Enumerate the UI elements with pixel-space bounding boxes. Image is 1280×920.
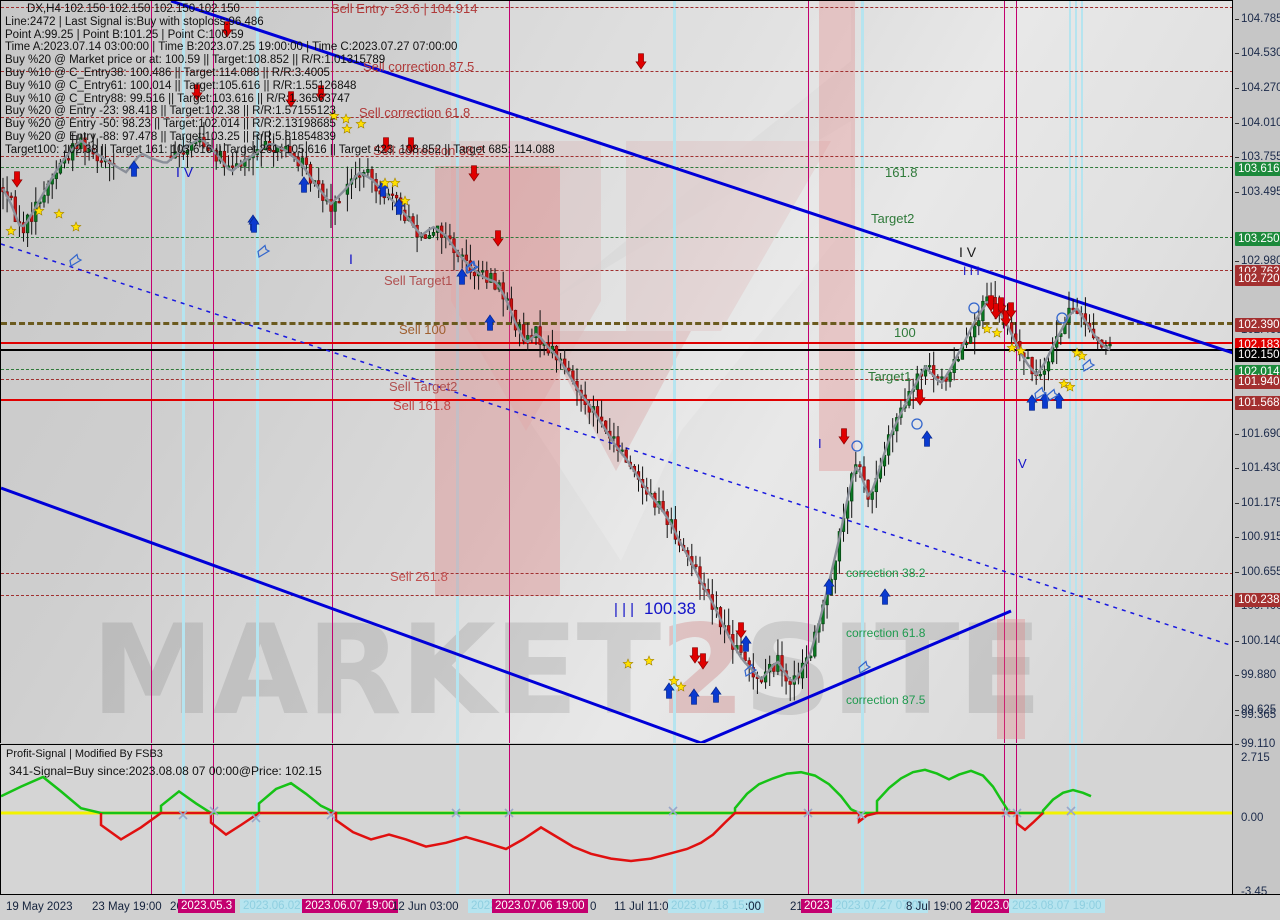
time-axis-label: 2023.07.06 19:00	[492, 899, 588, 913]
chart-annotation: Sell Target1	[384, 273, 453, 288]
scale-tickmark	[1235, 715, 1239, 716]
symbol-info-panel: DX,H4 102.150 102.150 102.150 102.150 Li…	[5, 3, 555, 157]
price-level-badge[interactable]: 103.250	[1235, 232, 1280, 246]
price-level-badge[interactable]: 101.568	[1235, 396, 1280, 410]
time-axis-label: 19 May 2023	[6, 901, 73, 913]
time-axis-label: 2023.05.3	[178, 899, 236, 913]
time-axis-label: 2023.08.07 19:00	[1009, 899, 1105, 913]
scale-tickmark	[1235, 261, 1239, 262]
time-axis-label: 2023.06.07 19:00	[302, 899, 398, 913]
info-line: Buy %20 @ Entry -50: 98.23 || Target:102…	[5, 118, 336, 131]
scale-tickmark	[1235, 157, 1239, 158]
info-line: Time A:2023.07.14 03:00:00 | Time B:2023…	[5, 41, 458, 54]
chart-annotation: 161.8	[885, 165, 918, 180]
scale-tickmark	[1235, 572, 1239, 573]
info-line: Buy %10 @ C_Entry88: 99.516 || Target:10…	[5, 92, 350, 105]
price-tick-label: 104.270	[1241, 82, 1280, 94]
scale-tickmark	[1235, 744, 1239, 745]
price-scale[interactable]: 104.785 104.530 104.270 104.010 103.755 103.4…	[1232, 0, 1280, 898]
info-line: Buy %10 @ C_Entry38: 100.486 || Target:1…	[5, 66, 330, 79]
indicator-tick-label: 0.00	[1241, 812, 1264, 824]
chart-annotation: 100	[894, 325, 916, 340]
info-line: Buy %20 @ Market price or at: 100.59 || …	[5, 54, 386, 67]
chart-annotation: Sell 261.8	[390, 569, 448, 584]
price-tick-label: 104.530	[1241, 47, 1280, 59]
scale-tickmark	[1235, 537, 1239, 538]
price-tick-label: 100.915	[1241, 531, 1280, 543]
price-tick-label: 101.430	[1241, 462, 1280, 474]
indicator-title: Profit-Signal | Modified By FSB3	[6, 748, 163, 760]
chart-annotation: V	[1018, 456, 1027, 471]
price-level-badge[interactable]: 102.150	[1235, 348, 1280, 362]
chart-annotation: correction 38.2	[846, 566, 926, 580]
scale-tickmark	[1235, 19, 1239, 20]
scale-tickmark	[1235, 123, 1239, 124]
chart-annotation: I	[818, 436, 822, 451]
scale-tickmark	[1235, 468, 1239, 469]
time-axis[interactable]: 19 May 2023 23 May 19:00 26 2023.05.3 2023.0…	[0, 894, 1280, 920]
scale-tickmark	[1235, 503, 1239, 504]
price-level-badge[interactable]: 102.720	[1235, 272, 1280, 286]
price-level-badge[interactable]: 102.390	[1235, 318, 1280, 332]
time-axis-label: 0	[590, 901, 597, 913]
info-line: Point A:99.25 | Point B:101.25 | Point C…	[5, 28, 244, 41]
trading-terminal-chart: MARKET2SITE Sell Entry -23.6 | 104.914 S…	[0, 0, 1280, 920]
chart-annotation: I V	[959, 244, 977, 260]
scale-tickmark	[1235, 434, 1239, 435]
info-line: Buy %10 @ C_Entry61: 100.014 || Target:1…	[5, 79, 357, 92]
info-line: Line:2472 | Last Signal is:Buy with stop…	[5, 15, 264, 28]
time-axis-label: 2023.	[801, 899, 836, 913]
price-tick-label: 100.655	[1241, 566, 1280, 578]
chart-annotation: Target2	[871, 211, 915, 226]
info-line: Buy %20 @ Entry -23: 98.418 || Target:10…	[5, 105, 336, 118]
price-level-badge[interactable]: 103.616	[1235, 162, 1280, 176]
scale-tickmark	[1235, 641, 1239, 642]
price-tick-label: 100.140	[1241, 635, 1280, 647]
indicator-subtitle: 341-Signal=Buy since:2023.08.08 07 00:00…	[9, 764, 322, 778]
price-tick-label: 99.365	[1241, 709, 1277, 721]
price-chart-pane[interactable]: MARKET2SITE Sell Entry -23.6 | 104.914 S…	[0, 0, 1234, 743]
time-axis-label: 11 Jul 11:00	[614, 901, 675, 913]
time-axis-label: 8 Jul 19:00	[906, 901, 963, 913]
price-tick-label: 104.785	[1241, 13, 1280, 25]
time-axis-label: :00	[745, 901, 761, 913]
price-tick-label: 104.010	[1241, 117, 1280, 129]
price-tick-label: 101.175	[1241, 497, 1280, 509]
info-line: Buy %20 @ Entry -88: 97.478 || Target:10…	[5, 130, 336, 143]
chart-annotation: 100.38	[644, 599, 696, 618]
symbol-ohlc-line: DX,H4 102.150 102.150 102.150 102.150	[27, 3, 240, 15]
scale-tickmark	[1235, 192, 1239, 193]
chart-annotation: correction 87.5	[846, 693, 926, 707]
info-line: Target100: 102.38 || Target 161: 103.616…	[5, 143, 555, 156]
scale-tickmark	[1235, 88, 1239, 89]
price-tick-label: 103.495	[1241, 186, 1280, 198]
indicator-tick-label: 2.715	[1241, 752, 1270, 764]
scale-tickmark	[1235, 675, 1239, 676]
chart-annotation: Sell 161.8	[393, 398, 451, 413]
time-axis-label: 12 Jun 03:00	[392, 901, 459, 913]
chart-annotation: Sell 100	[399, 322, 446, 337]
scale-tickmark	[1235, 53, 1239, 54]
chart-annotation: I	[349, 251, 353, 267]
chart-annotation: correction 61.8	[846, 626, 926, 640]
price-tick-label: 99.110	[1241, 738, 1276, 750]
price-tick-label: 101.690	[1241, 428, 1280, 440]
price-level-badge[interactable]: 100.238	[1235, 593, 1280, 607]
chart-annotation: Target1	[868, 369, 912, 384]
time-axis-label: 23 May 19:00	[92, 901, 162, 913]
chart-annotation: Sell Target2	[389, 379, 458, 394]
chart-annotation: I V	[176, 164, 194, 180]
scale-tickmark	[1235, 710, 1239, 711]
chart-annotation: I I I	[963, 264, 980, 278]
profit-signal-indicator-pane[interactable]: Profit-Signal | Modified By FSB3 341-Sig…	[0, 744, 1234, 895]
price-tick-label: 99.880	[1241, 669, 1277, 681]
chart-annotation: | | |	[614, 601, 635, 618]
price-level-badge[interactable]: 101.940	[1235, 375, 1280, 389]
